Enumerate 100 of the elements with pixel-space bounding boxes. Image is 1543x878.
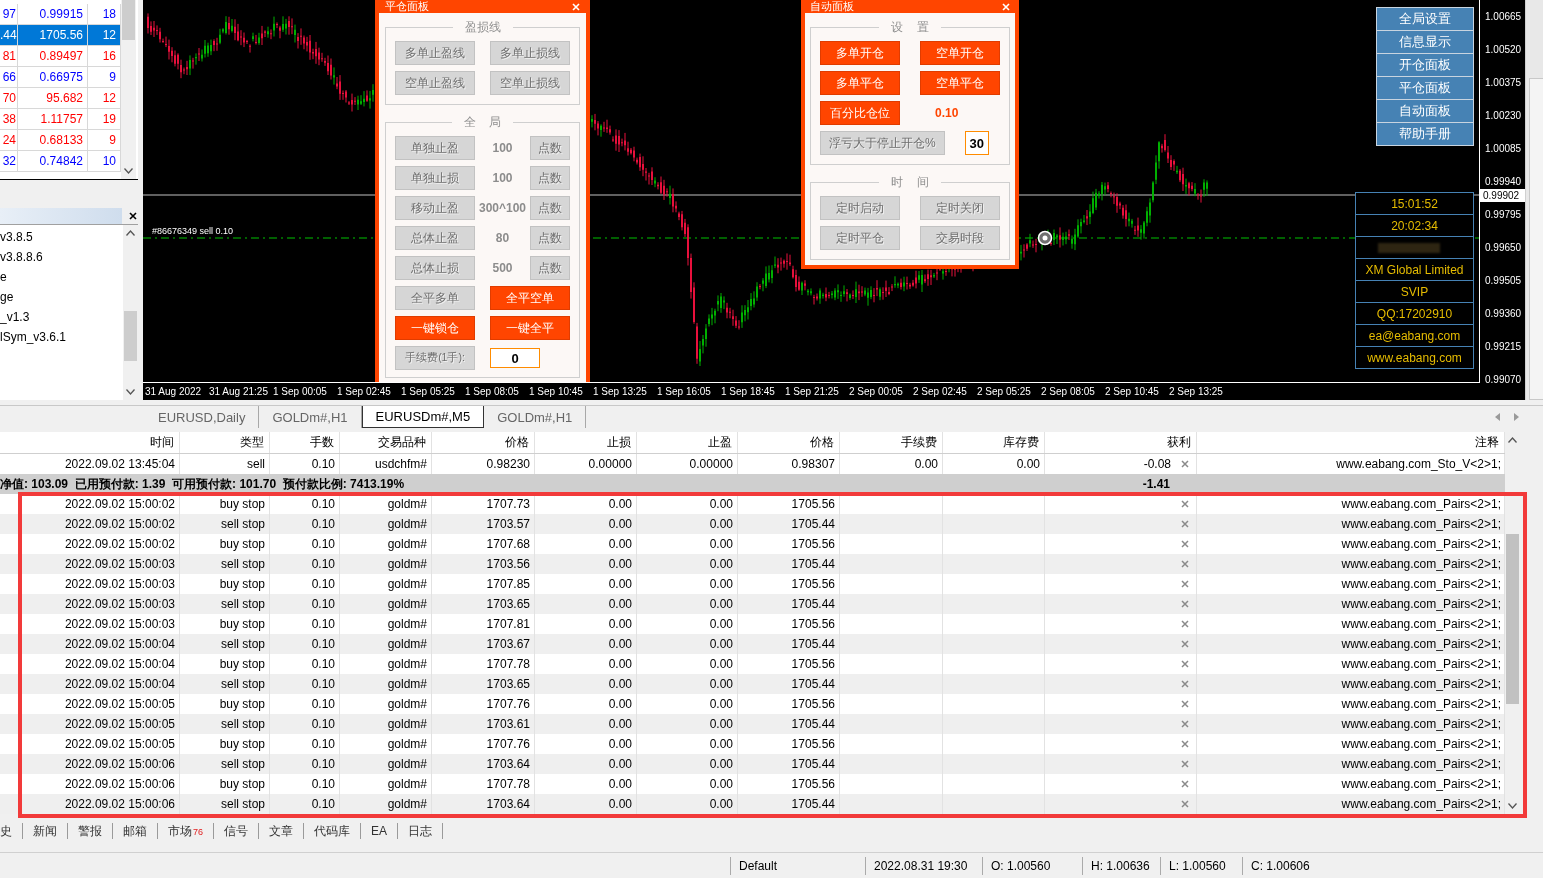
scrollbar-thumb[interactable]: [124, 311, 137, 361]
scroll-down-icon[interactable]: [124, 168, 133, 174]
table-row[interactable]: 2022.09.02 15:00:03 sell stop 0.10 goldm# 1703.56 0.00 0.00 1705.44 www.eabang.com_Pairs<2>1;: [0, 554, 1505, 574]
bid-price: .44: [0, 25, 18, 45]
panel-button[interactable]: 定时平仓: [820, 226, 900, 250]
scrollbar[interactable]: [1525, 0, 1543, 400]
price-label: 0.99795: [1484, 208, 1523, 221]
table-row[interactable]: 2022.09.02 15:00:04 sell stop 0.10 goldm# 1703.67 0.00 0.00 1705.44 www.eabang.com_Pairs<2>1;: [0, 634, 1505, 654]
panel-button[interactable]: 空单止损线: [490, 71, 570, 95]
time-label: 1 Sep 02:45: [337, 385, 392, 399]
table-row[interactable]: 2022.09.02 15:00:02 sell stop 0.10 goldm# 1703.57 0.00 0.00 1705.44 www.eabang.com_Pairs<2>1;: [0, 514, 1505, 534]
scroll-up-icon[interactable]: [1508, 437, 1517, 443]
menu-button[interactable]: 全局设置: [1376, 7, 1474, 31]
column-header[interactable]: 手数: [270, 432, 340, 453]
chart-tab[interactable]: GOLDm#,H1: [259, 406, 362, 428]
setting-value: 0.10: [934, 106, 959, 120]
chart-tab[interactable]: EURUSDm#,M5: [361, 406, 485, 428]
terminal-tab[interactable]: 信号: [214, 823, 259, 839]
table-row[interactable]: 2022.09.02 15:00:04 sell stop 0.10 goldm# 1703.65 0.00 0.00 1705.44 www.eabang.com_Pairs<2>1;: [0, 674, 1505, 694]
quote-row[interactable]: 97 0.99915 18: [0, 4, 121, 25]
navigator-item[interactable]: e: [0, 267, 123, 287]
table-row[interactable]: 2022.09.02 15:00:06 sell stop 0.10 goldm# 1703.64 0.00 0.00 1705.44 www.eabang.com_Pairs<2>1;: [0, 794, 1505, 814]
terminal-tab[interactable]: 新闻: [23, 823, 68, 839]
chart-tab[interactable]: EURUSD,Daily: [145, 406, 260, 428]
menu-button[interactable]: 自动面板: [1376, 99, 1474, 123]
terminal-tab[interactable]: 邮箱: [113, 823, 158, 839]
table-row[interactable]: 2022.09.02 15:00:05 sell stop 0.10 goldm# 1703.61 0.00 0.00 1705.44 www.eabang.com_Pairs<2>1;: [0, 714, 1505, 734]
terminal-tab[interactable]: 史: [0, 823, 23, 839]
quote-row[interactable]: 38 1.11757 19: [0, 109, 121, 130]
panel-button[interactable]: 点数: [530, 256, 570, 280]
scroll-down-icon[interactable]: [126, 389, 135, 395]
panel-button[interactable]: 多单止盈线: [395, 41, 475, 65]
panel-button[interactable]: 多单止损线: [490, 41, 570, 65]
scrollbar-thumb[interactable]: [1529, 78, 1543, 400]
panel-button[interactable]: 点数: [530, 196, 570, 220]
input-field[interactable]: 30: [964, 131, 989, 155]
info-cell: ea@eabang.com: [1355, 324, 1474, 347]
price-label: 0.99505: [1484, 274, 1523, 287]
panel-button[interactable]: 点数: [530, 226, 570, 250]
column-header[interactable]: 止损: [535, 432, 637, 453]
menu-button[interactable]: 信息显示: [1376, 30, 1474, 54]
scroll-right-icon[interactable]: [1514, 413, 1519, 421]
panel-button[interactable]: 单独止盈: [395, 136, 475, 160]
quote-row[interactable]: 24 0.68133 9: [0, 130, 121, 151]
column-header[interactable]: 类型: [180, 432, 270, 453]
panel-button[interactable]: 移动止盈: [395, 196, 475, 220]
table-row[interactable]: 2022.09.02 15:00:03 sell stop 0.10 goldm# 1703.65 0.00 0.00 1705.44 www.eabang.com_Pairs<2>1;: [0, 594, 1505, 614]
navigator-item[interactable]: ge: [0, 287, 123, 307]
quote-row[interactable]: 66 0.66975 9: [0, 67, 121, 88]
panel-button[interactable]: 单独止损: [395, 166, 475, 190]
panel-button[interactable]: 定时启动: [820, 196, 900, 220]
panel-button[interactable]: 空单止盈线: [395, 71, 475, 95]
chart-tab[interactable]: GOLDm#,H1: [484, 406, 587, 428]
table-row[interactable]: 2022.09.02 15:00:06 sell stop 0.10 goldm# 1703.64 0.00 0.00 1705.44 www.eabang.com_Pairs<2>1;: [0, 754, 1505, 774]
quote-row[interactable]: 70 95.682 12: [0, 88, 121, 109]
column-header[interactable]: 库存费: [943, 432, 1045, 453]
column-header[interactable]: 价格: [738, 432, 840, 453]
ask-price: 1.11757: [18, 109, 88, 129]
terminal-tab[interactable]: 文章: [259, 823, 304, 839]
terminal-tab[interactable]: 警报: [68, 823, 113, 839]
column-header[interactable]: 手续费: [840, 432, 943, 453]
current-price-label: 0.99902: [1480, 189, 1525, 202]
scrollbar-thumb[interactable]: [122, 0, 135, 40]
close-icon[interactable]: [129, 212, 137, 220]
terminal-tab[interactable]: EA: [361, 823, 399, 839]
menu-button[interactable]: 平仓面板: [1376, 76, 1474, 100]
column-header[interactable]: 获利: [1045, 432, 1197, 453]
navigator-item[interactable]: v3.8.8.6: [0, 247, 123, 267]
scrollbar[interactable]: [121, 0, 136, 179]
panel-button[interactable]: 定时关闭: [920, 196, 1000, 220]
panel-button[interactable]: 全平多单: [395, 286, 475, 310]
column-header[interactable]: 时间: [0, 432, 180, 453]
bid-price: 70: [0, 88, 18, 108]
terminal-tab[interactable]: 市场 76: [158, 823, 214, 839]
menu-button[interactable]: 帮助手册: [1376, 122, 1474, 146]
navigator-item[interactable]: v3.8.5: [0, 227, 123, 247]
ask-price: 0.99915: [18, 4, 88, 24]
navigator-item[interactable]: lSym_v3.6.1: [0, 327, 123, 347]
menu-button[interactable]: 开仓面板: [1376, 53, 1474, 77]
input-field[interactable]: 0: [490, 348, 540, 368]
panel-button[interactable]: 点数: [530, 166, 570, 190]
panel-button[interactable]: 浮亏大于停止开仓%: [820, 131, 945, 155]
panel-button[interactable]: 交易时段: [920, 226, 1000, 250]
panel-button[interactable]: 总体止损: [395, 256, 475, 280]
setting-value: 100: [491, 141, 514, 155]
panel-button[interactable]: 总体止盈: [395, 226, 475, 250]
terminal-tab[interactable]: 代码库: [304, 823, 361, 839]
scroll-up-icon[interactable]: [126, 230, 135, 236]
quote-row[interactable]: .44 1705.56 12: [0, 25, 121, 46]
panel-button[interactable]: 点数: [530, 136, 570, 160]
column-header[interactable]: 价格: [432, 432, 535, 453]
quote-row[interactable]: 81 0.89497 16: [0, 46, 121, 67]
quote-row[interactable]: 32 0.74842 10: [0, 151, 121, 172]
column-header[interactable]: 止盈: [637, 432, 738, 453]
column-header[interactable]: 交易品种: [340, 432, 432, 453]
scrollbar-thumb[interactable]: [1506, 534, 1519, 704]
scroll-down-icon[interactable]: [1508, 803, 1517, 809]
terminal-tab[interactable]: 日志: [398, 823, 444, 839]
scroll-left-icon[interactable]: [1495, 413, 1500, 421]
navigator-item[interactable]: _v1.3: [0, 307, 123, 327]
